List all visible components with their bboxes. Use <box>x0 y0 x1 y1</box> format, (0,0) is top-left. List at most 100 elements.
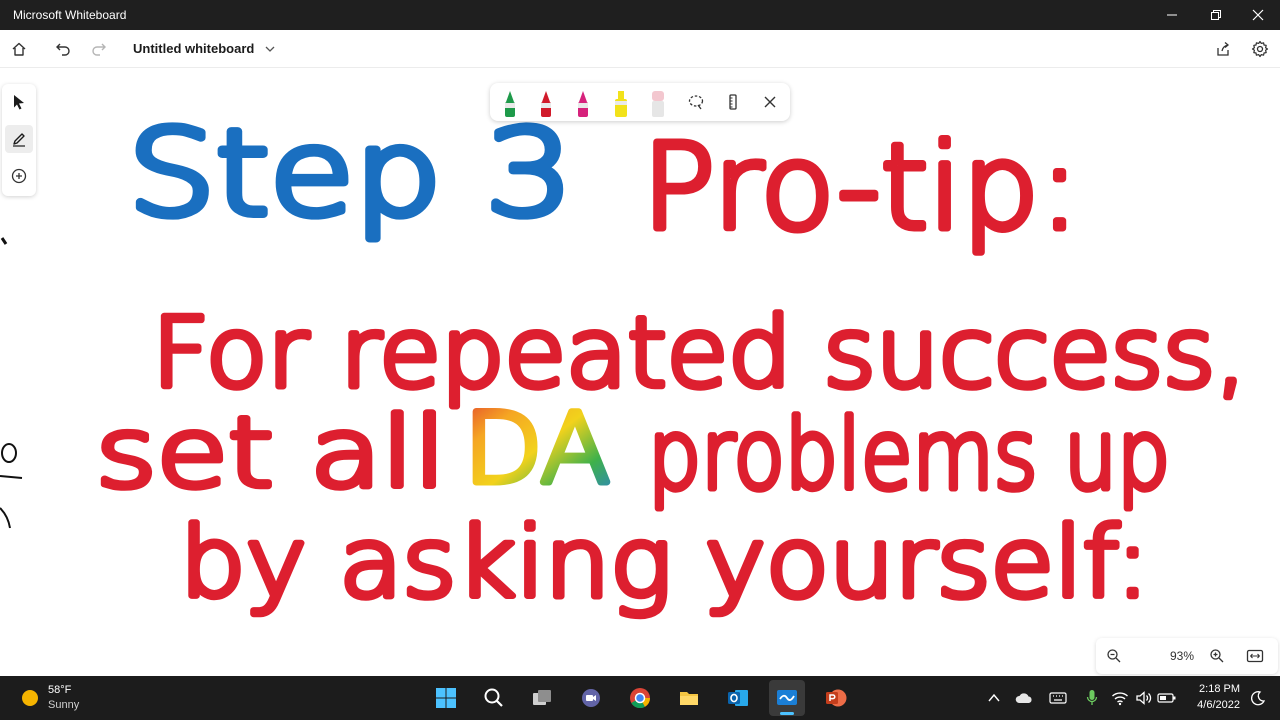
ink-step-3: Step 3 <box>128 104 573 242</box>
chevron-up-icon <box>988 693 1000 702</box>
share-button[interactable] <box>1208 34 1238 64</box>
eraser-icon <box>652 91 664 117</box>
battery-button[interactable] <box>1155 686 1179 710</box>
zoom-control: 93% <box>1096 638 1278 674</box>
close-icon <box>1252 9 1264 21</box>
clock-time[interactable]: 2:18 PM <box>1188 683 1240 695</box>
chrome-icon <box>630 688 651 709</box>
pointer-icon <box>14 95 24 110</box>
microphone-icon <box>1086 690 1098 705</box>
home-button[interactable] <box>4 34 34 64</box>
red-pen[interactable] <box>535 87 557 117</box>
zoom-out-icon <box>1107 649 1121 663</box>
outlook-button[interactable] <box>720 680 756 716</box>
ink-da: DA <box>464 393 610 505</box>
pen-icon <box>13 133 25 147</box>
powerpoint-icon <box>826 689 847 707</box>
undo-icon <box>56 43 70 56</box>
lasso-button[interactable] <box>681 87 711 117</box>
wifi-button[interactable] <box>1108 686 1132 710</box>
close-tray-button[interactable] <box>755 87 785 117</box>
ink-pro-tip: Pro-tip: <box>642 118 1080 256</box>
add-button[interactable] <box>5 162 33 190</box>
battery-icon <box>1157 693 1176 703</box>
green-pen-icon <box>505 91 515 117</box>
app-title: Microsoft Whiteboard <box>13 8 127 22</box>
zoom-in-button[interactable] <box>1202 641 1232 671</box>
ink-line-by-asking-yourself: by asking yourself: <box>180 507 1150 619</box>
restore-icon <box>1211 10 1221 20</box>
search-button[interactable] <box>476 680 512 716</box>
magenta-pen[interactable] <box>572 87 594 117</box>
zoom-out-button[interactable] <box>1099 641 1129 671</box>
keyboard-icon <box>1049 692 1067 704</box>
search-icon <box>484 688 503 707</box>
weather-desc[interactable]: Sunny <box>48 699 79 711</box>
ink-layer: Step 3 Pro-tip: For repeated success, se… <box>0 100 1250 622</box>
settings-button[interactable] <box>1245 34 1275 64</box>
outlook-icon <box>728 690 748 706</box>
keyboard-button[interactable] <box>1046 686 1070 710</box>
clock-date[interactable]: 4/6/2022 <box>1182 699 1240 711</box>
show-hidden-icons-button[interactable] <box>982 686 1006 710</box>
ruler-icon <box>729 94 737 110</box>
tool-rail <box>2 84 36 196</box>
ruler-button[interactable] <box>718 87 748 117</box>
zoom-level[interactable]: 93% <box>1162 649 1202 663</box>
redo-icon <box>92 43 106 56</box>
yellow-highlighter[interactable] <box>610 87 632 117</box>
document-title[interactable]: Untitled whiteboard <box>133 41 254 56</box>
highlighter-icon <box>615 91 627 117</box>
file-explorer-button[interactable] <box>671 680 707 716</box>
undo-button[interactable] <box>48 34 78 64</box>
close-icon <box>764 96 776 108</box>
microphone-button[interactable] <box>1080 686 1104 710</box>
wifi-icon <box>1112 692 1128 706</box>
title-bar: Microsoft Whiteboard <box>0 0 1280 30</box>
taskbar: 58°F Sunny 2:18 PM 4/6/2022 <box>0 676 1280 720</box>
ink-set-all: set all <box>96 397 446 509</box>
whiteboard-icon <box>777 690 797 705</box>
ink-problems-up: problems up <box>648 399 1170 511</box>
task-view-button[interactable] <box>524 680 560 716</box>
weather-temp[interactable]: 58°F <box>48 684 71 696</box>
cloud-icon <box>1015 693 1032 703</box>
start-button[interactable] <box>428 680 464 716</box>
fit-to-screen-icon <box>1246 649 1264 663</box>
green-pen[interactable] <box>499 87 521 117</box>
whiteboard-canvas[interactable]: Step 3 Pro-tip: For repeated success, se… <box>0 68 1280 674</box>
task-view-icon <box>533 690 551 705</box>
moon-icon <box>1251 691 1266 706</box>
minimize-button[interactable] <box>1150 0 1194 30</box>
chevron-down-icon[interactable] <box>263 41 277 60</box>
onedrive-button[interactable] <box>1012 686 1036 710</box>
zoom-in-icon <box>1210 649 1224 663</box>
plus-circle-icon <box>11 168 27 184</box>
folder-icon <box>680 692 698 705</box>
pen-tray <box>490 83 790 121</box>
red-pen-icon <box>541 91 551 117</box>
whiteboard-app-button[interactable] <box>769 680 805 716</box>
redo-button[interactable] <box>84 34 114 64</box>
eraser[interactable] <box>647 87 669 117</box>
minimize-icon <box>1167 14 1177 16</box>
select-tool-button[interactable] <box>5 88 33 116</box>
weather-sun-icon[interactable] <box>20 688 40 708</box>
pen-tool-button[interactable] <box>5 125 33 153</box>
home-icon <box>12 42 26 56</box>
lasso-icon <box>688 95 704 110</box>
windows-icon <box>436 688 456 708</box>
volume-button[interactable] <box>1132 686 1156 710</box>
close-window-button[interactable] <box>1236 0 1280 30</box>
magenta-pen-icon <box>578 91 588 117</box>
fit-to-screen-button[interactable] <box>1240 641 1270 671</box>
teams-chat-button[interactable] <box>573 680 609 716</box>
share-icon <box>1217 42 1230 56</box>
chrome-button[interactable] <box>622 680 658 716</box>
chat-icon <box>582 689 600 707</box>
restore-button[interactable] <box>1194 0 1238 30</box>
powerpoint-button[interactable] <box>818 680 854 716</box>
quiet-hours-button[interactable] <box>1246 686 1270 710</box>
ink-line-for-repeated-success: For repeated success, <box>152 297 1247 409</box>
gear-icon <box>1251 40 1269 58</box>
